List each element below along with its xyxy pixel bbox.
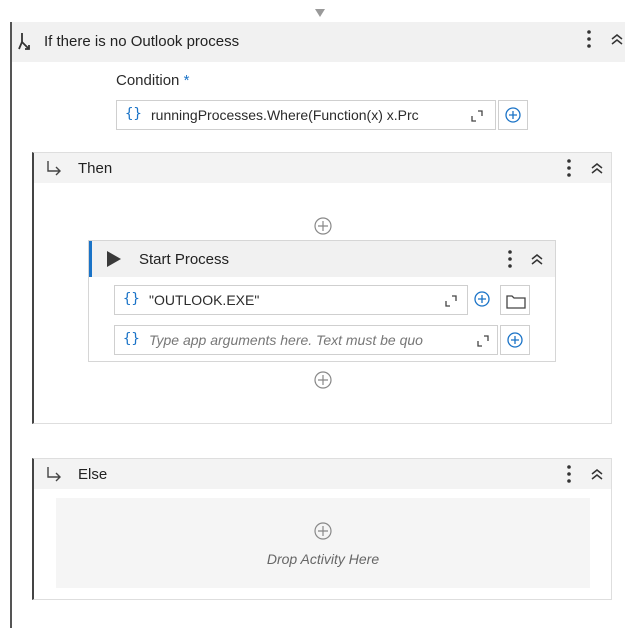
branch-arrow-icon bbox=[46, 466, 64, 482]
browse-folder-button[interactable] bbox=[500, 285, 530, 315]
condition-add-button[interactable] bbox=[498, 100, 528, 130]
drop-zone[interactable] bbox=[56, 498, 590, 588]
expand-editor-icon[interactable] bbox=[477, 335, 489, 347]
then-branch-header[interactable] bbox=[34, 153, 611, 183]
else-collapse-icon[interactable] bbox=[590, 467, 604, 481]
start-process-title: Start Process bbox=[139, 251, 230, 268]
then-collapse-icon[interactable] bbox=[590, 161, 604, 175]
expand-editor-icon[interactable] bbox=[445, 295, 457, 307]
file-name-field[interactable]: {} "OUTLOOK.EXE" bbox=[114, 285, 468, 315]
file-name-add-button[interactable] bbox=[470, 285, 498, 315]
connector-arrow-icon bbox=[314, 8, 326, 18]
condition-expression-field[interactable]: {} runningProcesses.Where(Function(x) x.… bbox=[116, 100, 496, 130]
arguments-add-button[interactable] bbox=[500, 325, 530, 355]
plus-circle-icon bbox=[507, 332, 523, 348]
expression-icon: {} bbox=[123, 331, 140, 347]
if-collapse-icon[interactable] bbox=[610, 32, 624, 46]
if-more-options-icon[interactable] bbox=[584, 28, 594, 50]
required-marker: * bbox=[183, 72, 190, 89]
else-branch-header[interactable] bbox=[34, 459, 611, 489]
if-activity-title: If there is no Outlook process bbox=[44, 33, 240, 50]
add-activity-icon[interactable] bbox=[314, 217, 332, 235]
arguments-placeholder[interactable]: Type app arguments here. Text must be qu… bbox=[149, 332, 471, 348]
expression-icon: {} bbox=[123, 291, 140, 307]
condition-label: Condition * bbox=[116, 72, 189, 89]
condition-expression-value[interactable]: runningProcesses.Where(Function(x) x.Prc bbox=[151, 107, 463, 123]
drop-activity-hint: Drop Activity Here bbox=[266, 551, 380, 567]
plus-circle-icon bbox=[505, 107, 521, 123]
else-more-options-icon[interactable] bbox=[564, 463, 574, 485]
folder-icon bbox=[506, 293, 526, 309]
arguments-field[interactable]: {} Type app arguments here. Text must be… bbox=[114, 325, 498, 355]
add-activity-icon[interactable] bbox=[314, 522, 332, 540]
expression-icon: {} bbox=[125, 106, 142, 122]
start-process-collapse-icon[interactable] bbox=[530, 252, 544, 266]
expand-editor-icon[interactable] bbox=[471, 110, 483, 122]
else-branch-label: Else bbox=[78, 466, 108, 483]
condition-label-text: Condition bbox=[116, 72, 180, 89]
branch-arrow-icon bbox=[46, 160, 64, 176]
start-process-more-options-icon[interactable] bbox=[505, 248, 515, 270]
play-triangle-icon bbox=[106, 250, 122, 268]
then-branch-label: Then bbox=[78, 160, 113, 177]
add-activity-icon[interactable] bbox=[314, 371, 332, 389]
then-more-options-icon[interactable] bbox=[564, 157, 574, 179]
plus-circle-icon bbox=[474, 291, 490, 307]
if-split-icon bbox=[16, 30, 38, 52]
file-name-value[interactable]: "OUTLOOK.EXE" bbox=[149, 292, 439, 308]
